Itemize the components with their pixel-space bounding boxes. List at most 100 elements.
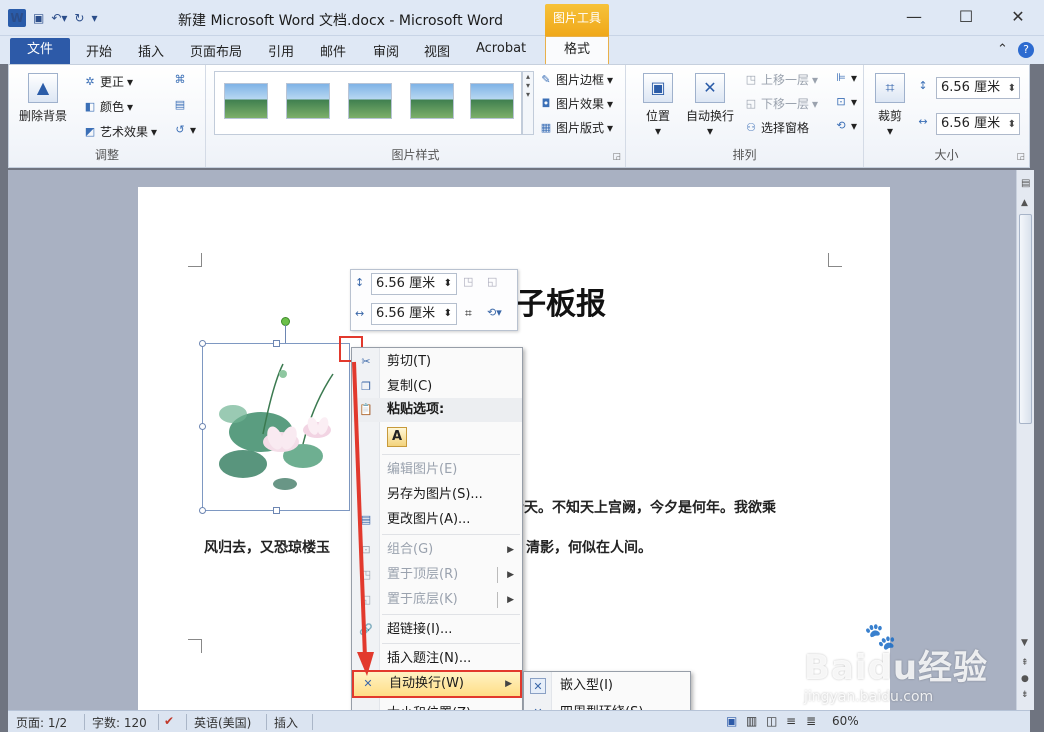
menu-item-copy[interactable]: ❐ 复制(C) <box>352 375 522 399</box>
menu-item-wrap-text[interactable]: ✕ 自动换行(W) ▶ <box>352 670 522 698</box>
menu-item-change-picture[interactable]: ▤ 更改图片(A)... <box>352 508 522 532</box>
mini-height-input[interactable]: 6.56 厘米 ⬍ <box>371 273 457 295</box>
tab-references[interactable]: 引用 <box>268 41 294 60</box>
mini-width-spinner[interactable]: ⬍ <box>444 304 452 324</box>
picture-border-button[interactable]: ✎ 图片边框 ▾ <box>539 71 613 88</box>
tab-file[interactable]: 文件 <box>10 38 70 64</box>
redo-icon[interactable]: ↻ <box>74 11 84 25</box>
mini-forward-icon[interactable]: ◳ <box>463 275 473 288</box>
document-title[interactable]: 子板报 <box>516 279 606 323</box>
style-thumb-1[interactable] <box>224 83 268 119</box>
status-language[interactable]: 英语(美国) <box>194 714 251 731</box>
mini-width-input[interactable]: 6.56 厘米 ⬍ <box>371 303 457 325</box>
mini-backward-icon[interactable]: ◱ <box>487 275 497 288</box>
position-button[interactable]: ▣ 位置 ▾ <box>640 73 676 138</box>
tab-mailings[interactable]: 邮件 <box>320 41 346 60</box>
menu-item-save-as-picture[interactable]: 另存为图片(S)... <box>352 483 522 507</box>
prev-page-icon[interactable]: ⇞ <box>1021 658 1029 668</box>
tab-home[interactable]: 开始 <box>86 41 112 60</box>
menu-item-hyperlink[interactable]: 🔗 超链接(I)... <box>352 618 522 642</box>
style-thumb-3[interactable] <box>348 83 392 119</box>
corrections-button[interactable]: ✲ 更正 ▾ <box>83 73 133 90</box>
artistic-effects-button[interactable]: ◩ 艺术效果 ▾ <box>83 123 157 140</box>
draft-icon[interactable]: ≣ <box>806 714 816 728</box>
resize-handle-s[interactable] <box>273 507 280 514</box>
mini-height-spinner[interactable]: ⬍ <box>444 274 452 294</box>
group-objects-icon[interactable]: ⊡ ▾ <box>834 95 857 109</box>
tab-page-layout[interactable]: 页面布局 <box>190 41 242 60</box>
style-thumb-5[interactable] <box>470 83 514 119</box>
paste-keep-text-button[interactable]: A <box>387 427 407 447</box>
gallery-scroll[interactable]: ▴ ▾ ▾ <box>522 71 534 135</box>
vertical-scrollbar[interactable]: ▤ ▲ ▼ ⇞ ● ⇟ <box>1016 170 1034 710</box>
resize-handle-w[interactable] <box>199 423 206 430</box>
height-spinner[interactable]: ⬍ <box>1008 79 1016 99</box>
scroll-down-icon[interactable]: ▼ <box>1021 638 1028 648</box>
status-insert-mode[interactable]: 插入 <box>274 714 298 731</box>
selected-picture[interactable] <box>202 343 350 511</box>
resize-handle-nw[interactable] <box>199 340 206 347</box>
proofing-icon[interactable]: ✔ <box>164 714 174 728</box>
picture-effects-button[interactable]: ◘ 图片效果 ▾ <box>539 95 613 112</box>
maximize-button[interactable]: ☐ <box>940 0 992 34</box>
send-backward-button[interactable]: ◱ 下移一层 ▾ <box>744 95 818 112</box>
bring-forward-button[interactable]: ◳ 上移一层 ▾ <box>744 71 818 88</box>
paragraph-line-2-left[interactable]: 风归去，又恐琼楼玉 <box>204 537 330 557</box>
width-input[interactable]: 6.56 厘米 ⬍ <box>936 113 1020 135</box>
selection-pane-button[interactable]: ⚇ 选择窗格 <box>744 119 809 136</box>
menu-item-insert-caption[interactable]: ▥ 插入题注(N)... <box>352 647 522 671</box>
reset-picture-icon[interactable]: ↺ ▾ <box>173 123 196 137</box>
menu-item-cut[interactable]: ✂ 剪切(T) <box>352 350 522 374</box>
reading-layout-icon[interactable]: ▥ <box>746 714 757 728</box>
next-page-icon[interactable]: ⇟ <box>1021 690 1029 700</box>
paragraph-line-2-right[interactable]: 清影，何似在人间。 <box>526 537 652 557</box>
style-thumb-2[interactable] <box>286 83 330 119</box>
status-word-count[interactable]: 字数: 120 <box>92 714 147 731</box>
mini-rotate-icon[interactable]: ⟲▾ <box>487 306 502 319</box>
tab-acrobat[interactable]: Acrobat <box>476 41 526 56</box>
save-icon[interactable]: ▣ <box>33 11 44 25</box>
menu-item-send-to-back[interactable]: ◱ 置于底层(K) ▶ <box>352 588 522 612</box>
tab-insert[interactable]: 插入 <box>138 41 164 60</box>
resize-handle-sw[interactable] <box>199 507 206 514</box>
height-input[interactable]: 6.56 厘米 ⬍ <box>936 77 1020 99</box>
resize-handle-n[interactable] <box>273 340 280 347</box>
wrap-text-ribbon-button[interactable]: ✕ 自动换行 ▾ <box>682 73 738 138</box>
tab-view[interactable]: 视图 <box>424 41 450 60</box>
mini-crop-icon[interactable]: ⌗ <box>465 306 472 321</box>
minimize-button[interactable]: — <box>888 0 940 34</box>
compress-icon[interactable]: ⌘ <box>173 73 187 87</box>
width-spinner[interactable]: ⬍ <box>1008 115 1016 135</box>
ruler-toggle-icon[interactable]: ▤ <box>1021 178 1030 189</box>
align-icon[interactable]: ⊫ ▾ <box>834 71 857 85</box>
submenu-item-inline[interactable]: ✕ 嵌入型(I) <box>524 674 690 698</box>
minimize-ribbon-icon[interactable]: ⌃ <box>997 42 1008 57</box>
outline-icon[interactable]: ≡ <box>786 714 796 728</box>
undo-icon[interactable]: ↶▾ <box>51 11 67 25</box>
dialog-launcher-icon[interactable]: ◲ <box>612 152 621 162</box>
print-layout-icon[interactable]: ▣ <box>726 714 737 728</box>
tab-review[interactable]: 审阅 <box>373 41 399 60</box>
tab-format[interactable]: 格式 <box>545 36 609 66</box>
browse-object-icon[interactable]: ● <box>1021 674 1029 684</box>
scroll-up-icon[interactable]: ▲ <box>1021 198 1028 208</box>
remove-background-button[interactable]: ▲ 删除背景 <box>13 73 73 124</box>
picture-layout-button[interactable]: ▦ 图片版式 ▾ <box>539 119 613 136</box>
zoom-level[interactable]: 60% <box>832 714 859 728</box>
change-picture-icon[interactable]: ▤ <box>173 98 187 112</box>
menu-item-edit-picture[interactable]: 编辑图片(E) <box>352 458 522 482</box>
size-launcher-icon[interactable]: ◲ <box>1016 152 1025 162</box>
color-button[interactable]: ◧ 颜色 ▾ <box>83 98 133 115</box>
menu-item-bring-to-front[interactable]: ◳ 置于顶层(R) ▶ <box>352 563 522 587</box>
rotate-icon[interactable]: ⟲ ▾ <box>834 119 857 133</box>
scrollbar-thumb[interactable] <box>1019 214 1032 424</box>
menu-item-group[interactable]: ⊡ 组合(G) ▶ <box>352 538 522 562</box>
paragraph-line-1[interactable]: 青天。不知天上宫阙，今夕是何年。我欲乘 <box>510 497 776 517</box>
close-button[interactable]: ✕ <box>992 0 1044 34</box>
crop-button[interactable]: ⌗ 裁剪 ▾ <box>872 73 908 138</box>
help-icon[interactable]: ? <box>1018 42 1034 58</box>
web-layout-icon[interactable]: ◫ <box>766 714 777 728</box>
style-thumb-4[interactable] <box>410 83 454 119</box>
status-page[interactable]: 页面: 1/2 <box>16 714 67 731</box>
customize-qa-icon[interactable]: ▾ <box>91 11 97 25</box>
